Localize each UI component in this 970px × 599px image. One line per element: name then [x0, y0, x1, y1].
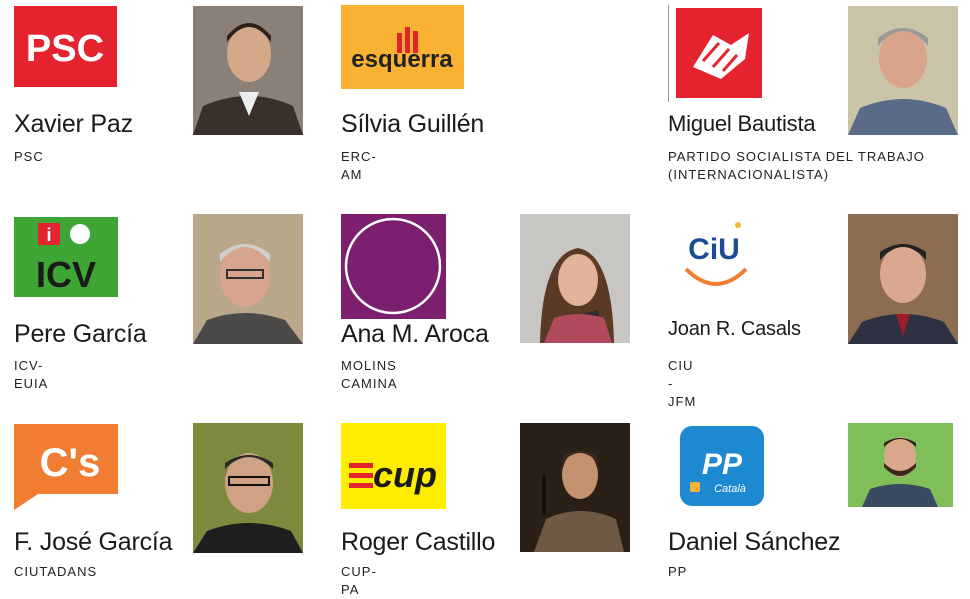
party-name: CUP-PA	[341, 564, 377, 597]
cup-logo: cup	[341, 423, 446, 509]
pp-logo: PP Català	[680, 426, 764, 506]
candidate-photo	[193, 214, 303, 344]
candidate-name: Sílvia Guillén	[341, 110, 485, 138]
handshake-logo	[668, 5, 769, 102]
psc-logo: PSC	[14, 6, 117, 87]
svg-text:cup: cup	[373, 454, 437, 495]
party-name: ICV-EUIA	[14, 358, 49, 391]
party-name: PARTIDO SOCIALISTA DEL TRABAJO (INTERNAC…	[668, 149, 925, 182]
candidate-photo	[193, 6, 303, 135]
candidate-photo	[848, 214, 958, 344]
candidate-photo	[193, 423, 303, 553]
party-name: ERC-AM	[341, 149, 377, 182]
svg-text:ICV: ICV	[36, 254, 96, 295]
svg-text:CiU: CiU	[688, 233, 740, 266]
molins-camina-logo	[341, 214, 446, 319]
party-name: CIUTADANS	[14, 564, 98, 579]
candidate-name: F. José García	[14, 528, 173, 556]
candidate-name: Pere García	[14, 320, 147, 348]
svg-text:PSC: PSC	[26, 28, 104, 70]
candidate-name: Ana M. Aroca	[341, 320, 489, 348]
svg-text:i: i	[46, 225, 51, 245]
svg-text:Català: Català	[714, 483, 746, 495]
ciutadans-logo: C's	[14, 424, 118, 510]
party-name: PP	[668, 564, 688, 579]
candidate-name: Xavier Paz	[14, 110, 133, 138]
candidate-photo	[520, 214, 630, 343]
svg-text:C's: C's	[40, 441, 101, 485]
svg-text:esquerra: esquerra	[351, 46, 453, 73]
party-name: CIU - JFM	[668, 358, 697, 409]
party-name: PSC	[14, 149, 44, 164]
candidate-name: Daniel Sánchez	[668, 528, 841, 556]
svg-text:PP: PP	[702, 448, 743, 481]
party-name: MOLINS CAMINA	[341, 358, 398, 391]
icv-logo: i ICV	[14, 217, 118, 297]
ciu-logo: CiU	[668, 217, 773, 303]
candidate-photo	[520, 423, 630, 552]
candidate-name: Roger Castillo	[341, 528, 496, 556]
esquerra-logo: esquerra	[341, 5, 464, 89]
candidate-name: Joan R. Casals	[668, 318, 801, 340]
candidate-photo	[848, 423, 953, 507]
candidate-name: Miguel Bautista	[668, 111, 816, 136]
candidate-photo	[848, 6, 958, 135]
